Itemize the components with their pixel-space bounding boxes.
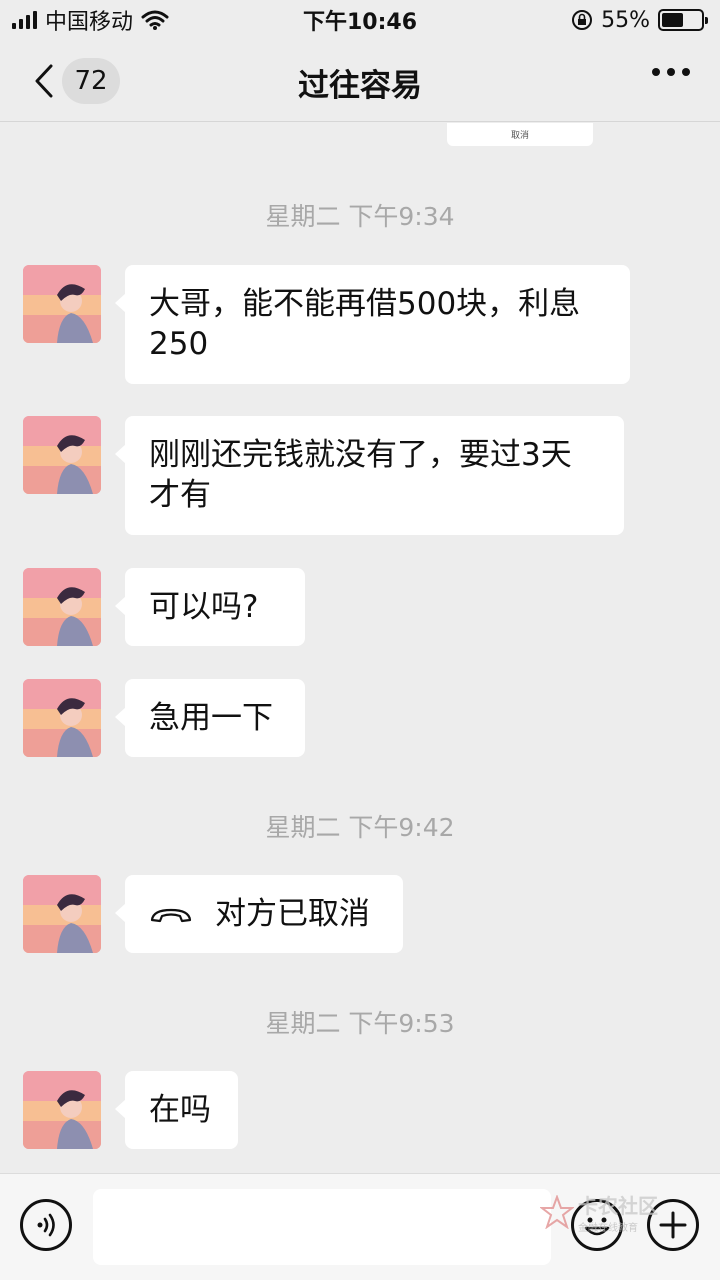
signal-icon	[12, 11, 37, 29]
emoji-button[interactable]	[571, 1199, 623, 1251]
voice-button[interactable]	[20, 1199, 72, 1251]
input-bar	[0, 1173, 720, 1280]
message-text-line: 250	[149, 325, 209, 362]
avatar[interactable]	[23, 416, 101, 494]
message-bubble[interactable]: 刚刚还完钱就没有了，要过3天 才有	[115, 416, 624, 535]
timestamp: 星期二 下午9:53	[265, 1009, 455, 1038]
phone-hangup-icon	[150, 908, 192, 922]
partial-card-label: 取消	[510, 131, 529, 141]
message-text: 在吗	[149, 1092, 211, 1128]
avatar[interactable]	[23, 679, 101, 757]
voice-icon	[37, 1213, 55, 1237]
message-bubble[interactable]: 大哥，能不能再借500块，利息 250	[115, 265, 630, 384]
emoji-icon	[584, 1217, 610, 1236]
message-row: 大哥，能不能再借500块，利息 250	[23, 265, 630, 384]
message-row: 在吗	[23, 1071, 238, 1149]
message-bubble[interactable]: 可以吗?	[115, 568, 305, 646]
call-content: 对方已取消	[149, 895, 379, 935]
avatar[interactable]	[23, 1071, 101, 1149]
status-right: 55%	[571, 7, 708, 33]
carrier-label: 中国移动	[45, 10, 134, 35]
message-input[interactable]	[93, 1189, 551, 1265]
avatar[interactable]	[23, 875, 101, 953]
status-bar: 中国移动 下午10:46 55%	[0, 0, 720, 40]
battery-icon	[658, 9, 708, 31]
avatar[interactable]	[23, 568, 101, 646]
message-text-line: 才有	[149, 476, 211, 513]
message-text-line: 刚刚还完钱就没有了，要过3天	[149, 437, 572, 473]
lock-rotation-icon	[572, 10, 593, 30]
message-row: 急用一下	[23, 679, 305, 757]
avatar[interactable]	[23, 265, 101, 343]
timestamp: 星期二 下午9:34	[265, 202, 455, 231]
message-text-line: 大哥，能不能再借500块，利息	[149, 286, 581, 322]
message-text: 急用一下	[149, 700, 273, 736]
wifi-icon	[141, 10, 169, 30]
message-text: 可以吗?	[149, 589, 259, 625]
partial-card: 取消	[447, 123, 593, 146]
message-row: 对方已取消	[23, 875, 403, 953]
plus-icon	[659, 1211, 687, 1239]
status-left: 中国移动	[12, 4, 169, 36]
chat-title: 过往容易	[298, 68, 422, 104]
message-row: 刚刚还完钱就没有了，要过3天 才有	[23, 416, 624, 535]
battery-percent: 55%	[601, 7, 650, 33]
message-bubble[interactable]: 在吗	[115, 1071, 238, 1149]
message-row: 可以吗?	[23, 568, 305, 646]
nav-bar: 72 过往容易	[0, 40, 720, 122]
more-icon[interactable]	[652, 68, 690, 76]
call-status-text: 对方已取消	[215, 896, 370, 932]
message-bubble[interactable]: 急用一下	[115, 679, 305, 757]
timestamp: 星期二 下午9:42	[265, 813, 455, 842]
plus-button[interactable]	[647, 1199, 699, 1251]
call-message-bubble[interactable]: 对方已取消	[115, 875, 403, 953]
